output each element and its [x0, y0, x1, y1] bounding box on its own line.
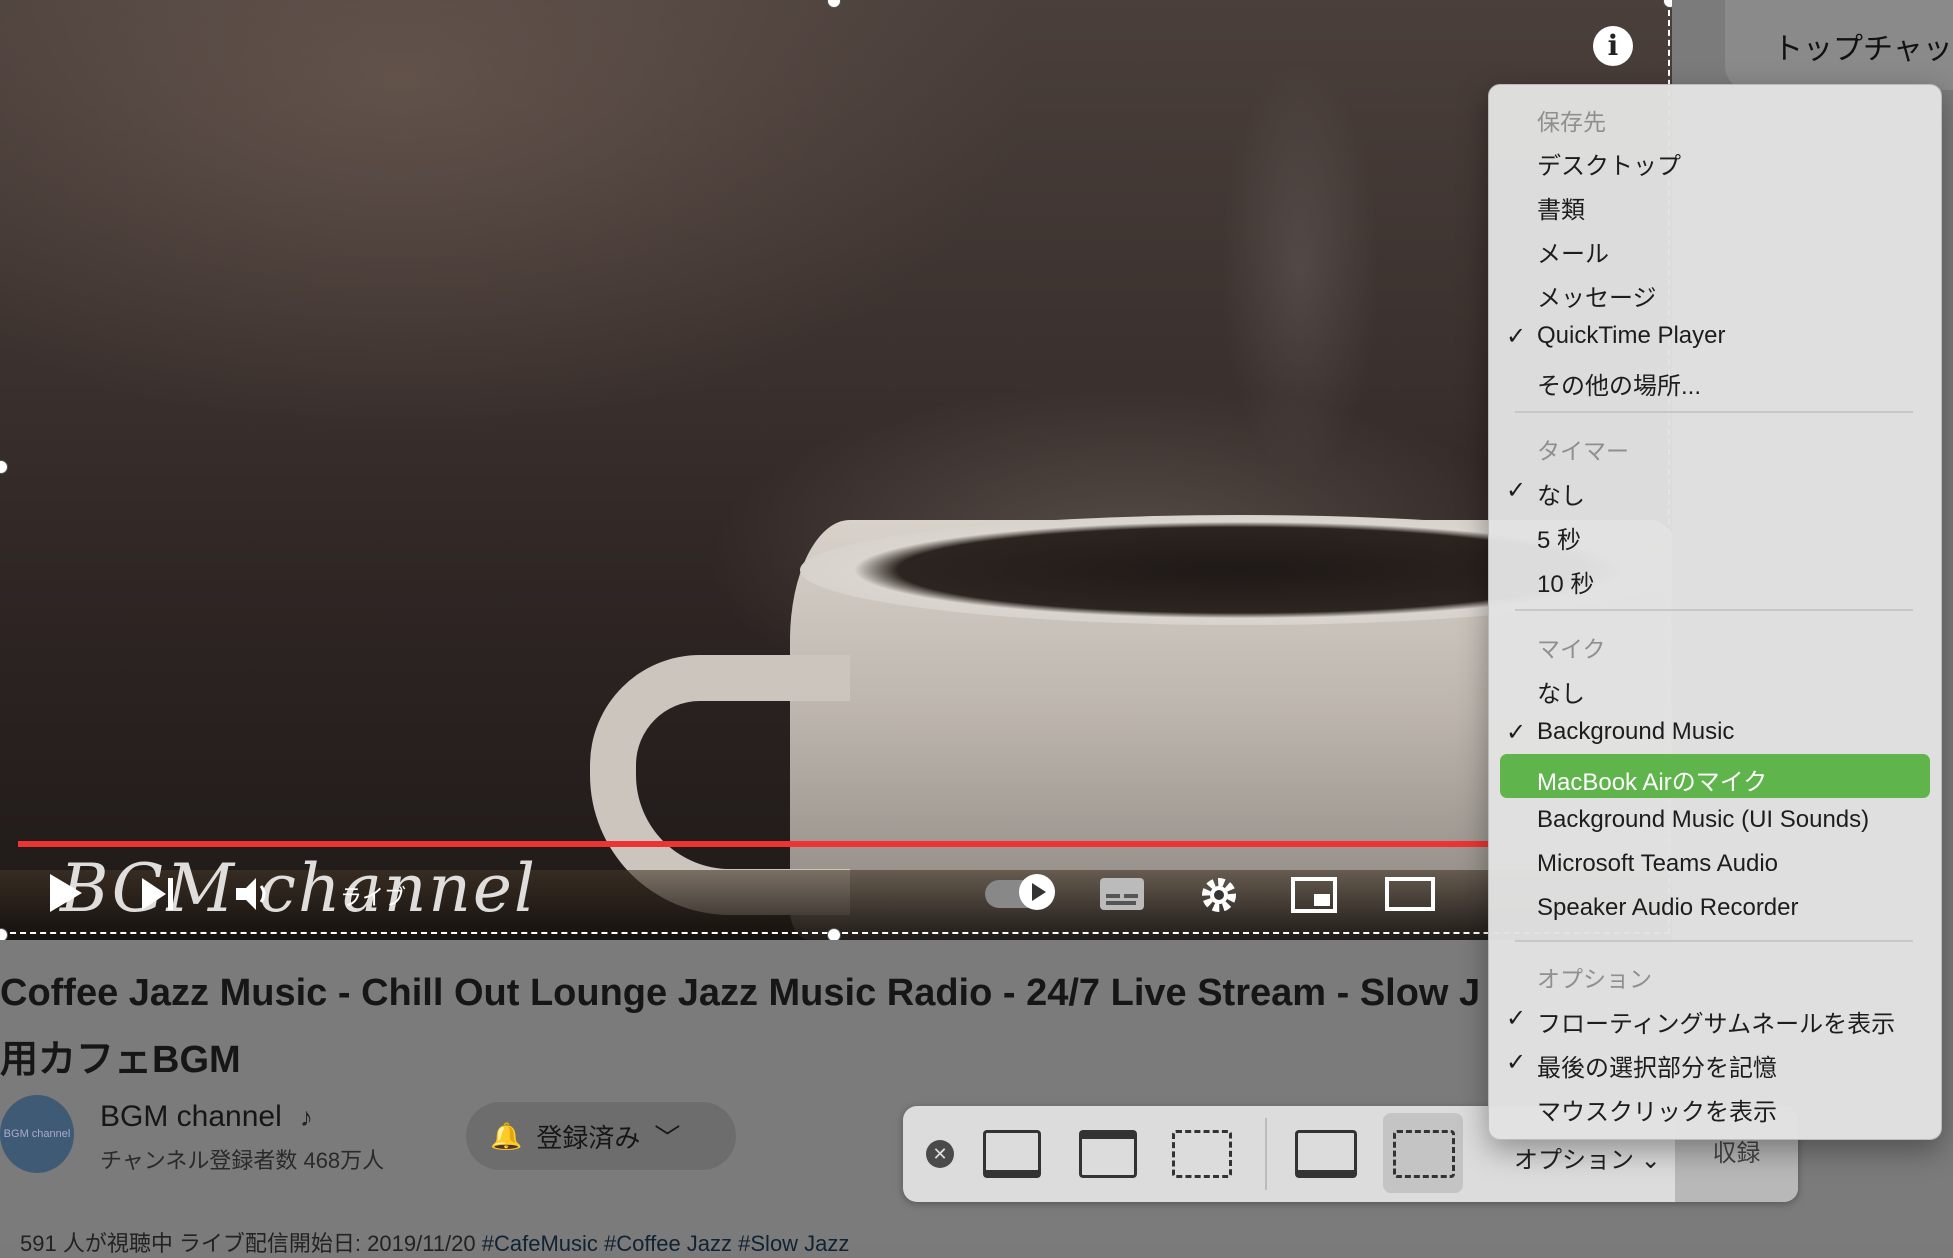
- record-selection-icon[interactable]: [1393, 1130, 1455, 1178]
- checkmark-icon: ✓: [1506, 1005, 1527, 1032]
- menu-item-show-mouse-clicks[interactable]: マウスクリックを表示: [1537, 1092, 1777, 1127]
- selection-area-border: [0, 0, 1670, 934]
- capture-selection-icon[interactable]: [1172, 1130, 1232, 1178]
- channel-name[interactable]: BGM channel: [100, 1100, 282, 1134]
- record-entire-screen-icon[interactable]: [1295, 1130, 1357, 1178]
- view-count-text: 591 人が視聴中 ライブ配信開始日: 2019/11/20: [20, 1231, 476, 1256]
- menu-separator: [1515, 411, 1913, 413]
- menu-item-mail[interactable]: メール: [1537, 234, 1609, 269]
- chevron-down-icon: ﹀: [654, 1122, 681, 1153]
- menu-item-microsoft-teams-audio[interactable]: Microsoft Teams Audio: [1537, 850, 1778, 878]
- avatar[interactable]: BGM channel: [0, 1095, 74, 1173]
- menu-item-other-location[interactable]: その他の場所...: [1537, 366, 1701, 401]
- checkmark-icon: ✓: [1506, 323, 1527, 350]
- capture-entire-screen-icon[interactable]: [983, 1130, 1041, 1178]
- toolbar-divider: [1265, 1118, 1267, 1190]
- capture-window-icon[interactable]: [1079, 1130, 1137, 1178]
- checkmark-icon: ✓: [1506, 719, 1527, 746]
- menu-item-timer-5s[interactable]: 5 秒: [1537, 520, 1581, 555]
- menu-item-background-music-ui-sounds[interactable]: Background Music (UI Sounds): [1537, 806, 1869, 834]
- menu-item-speaker-audio-recorder[interactable]: Speaker Audio Recorder: [1537, 894, 1799, 922]
- subscribed-label: 登録済み: [536, 1122, 641, 1153]
- menu-item-quicktime[interactable]: QuickTime Player: [1537, 322, 1725, 350]
- close-icon[interactable]: ✕: [926, 1140, 954, 1168]
- menu-item-floating-thumbnail[interactable]: フローティングサムネールを表示: [1537, 1004, 1895, 1039]
- menu-item-macbook-air-mic[interactable]: MacBook Airのマイク: [1537, 762, 1767, 797]
- menu-item-documents[interactable]: 書類: [1537, 190, 1585, 225]
- chevron-down-icon: ⌄: [1634, 1147, 1661, 1174]
- subscribed-button[interactable]: 🔔 登録済み ﹀: [466, 1102, 736, 1170]
- menu-header-timer: タイマー: [1537, 438, 1629, 464]
- menu-item-mic-none[interactable]: なし: [1537, 674, 1585, 709]
- bell-icon: 🔔: [490, 1120, 523, 1151]
- menu-separator: [1515, 940, 1913, 942]
- view-count-line: 591 人が視聴中 ライブ配信開始日: 2019/11/20 #CafeMusi…: [20, 1226, 849, 1258]
- video-title: Coffee Jazz Music - Chill Out Lounge Jaz…: [0, 972, 1481, 1014]
- menu-header-options: オプション: [1537, 966, 1652, 992]
- top-chat-label[interactable]: トップチャッ: [1773, 24, 1953, 68]
- menu-header-save: 保存先: [1537, 109, 1606, 135]
- subscriber-count: チャンネル登録者数 468万人: [100, 1148, 385, 1173]
- options-button[interactable]: オプション ⌄: [1514, 1140, 1661, 1175]
- menu-header-mic: マイク: [1537, 636, 1606, 662]
- checkmark-icon: ✓: [1506, 1049, 1527, 1076]
- menu-item-remember-selection[interactable]: 最後の選択部分を記憶: [1537, 1048, 1777, 1083]
- menu-item-messages[interactable]: メッセージ: [1537, 278, 1657, 313]
- menu-item-background-music[interactable]: Background Music: [1537, 718, 1734, 746]
- menu-separator: [1515, 609, 1913, 611]
- menu-item-timer-none[interactable]: なし: [1537, 476, 1585, 511]
- music-note-icon: ♪: [300, 1102, 313, 1132]
- video-title-continued: 用カフェBGM: [0, 1039, 241, 1081]
- menu-item-timer-10s[interactable]: 10 秒: [1537, 564, 1594, 599]
- checkmark-icon: ✓: [1506, 477, 1527, 504]
- menu-item-desktop[interactable]: デスクトップ: [1537, 146, 1681, 181]
- options-label: オプション: [1514, 1147, 1634, 1174]
- hashtags[interactable]: #CafeMusic #Coffee Jazz #Slow Jazz: [482, 1231, 850, 1256]
